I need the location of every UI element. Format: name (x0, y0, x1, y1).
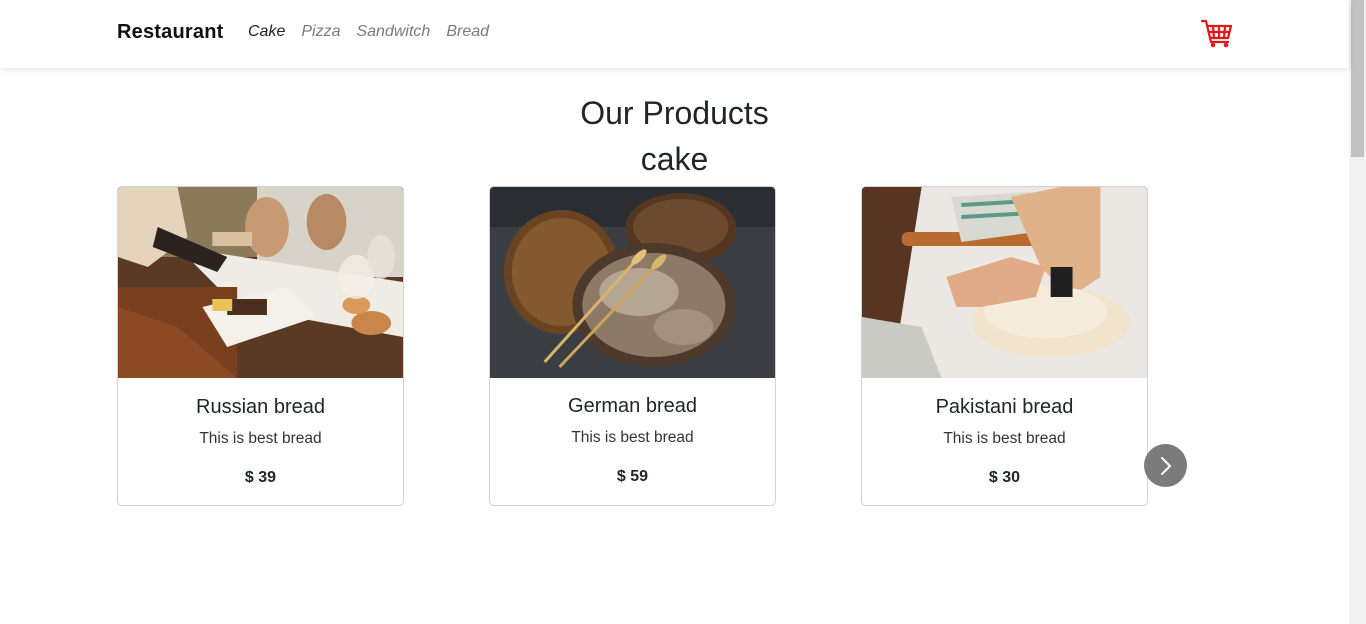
carousel-next-button[interactable] (1144, 444, 1187, 487)
page: Restaurant Cake Pizza Sandwitch Bread Ou… (0, 0, 1366, 624)
navbar: Restaurant Cake Pizza Sandwitch Bread (0, 0, 1349, 68)
nav-link-sandwitch[interactable]: Sandwitch (356, 23, 430, 41)
nav-link-pizza[interactable]: Pizza (301, 23, 340, 41)
page-title: Our Products (580, 95, 769, 131)
product-price: $ 59 (616, 468, 649, 485)
nav-links: Cake Pizza Sandwitch Bread (248, 23, 505, 41)
product-card[interactable]: Russian bread This is best bread $ 39 (117, 186, 404, 506)
product-description: This is best bread (943, 430, 1066, 447)
product-image-dinner-table (118, 187, 403, 378)
product-image-bread-loaves (490, 187, 775, 378)
product-card[interactable]: Pakistani bread This is best bread $ 30 (861, 186, 1148, 506)
brand-logo[interactable]: Restaurant (117, 21, 223, 44)
chevron-right-icon (1160, 456, 1171, 475)
product-description: This is best bread (199, 430, 322, 447)
product-price: $ 30 (988, 469, 1021, 486)
product-image-kneading-dough (862, 187, 1147, 378)
product-name: German bread (568, 395, 697, 417)
nav-link-cake[interactable]: Cake (248, 23, 285, 41)
shopping-cart-icon[interactable] (1200, 18, 1233, 48)
scrollbar-thumb[interactable] (1351, 0, 1364, 157)
product-name: Pakistani bread (935, 396, 1074, 418)
product-description: This is best bread (571, 429, 694, 446)
product-card[interactable]: German bread This is best bread $ 59 (489, 186, 776, 506)
product-price: $ 39 (244, 469, 277, 486)
product-name: Russian bread (196, 396, 325, 418)
category-title: cake (640, 141, 709, 177)
nav-link-bread[interactable]: Bread (446, 23, 489, 41)
vertical-scrollbar[interactable] (1349, 0, 1366, 624)
